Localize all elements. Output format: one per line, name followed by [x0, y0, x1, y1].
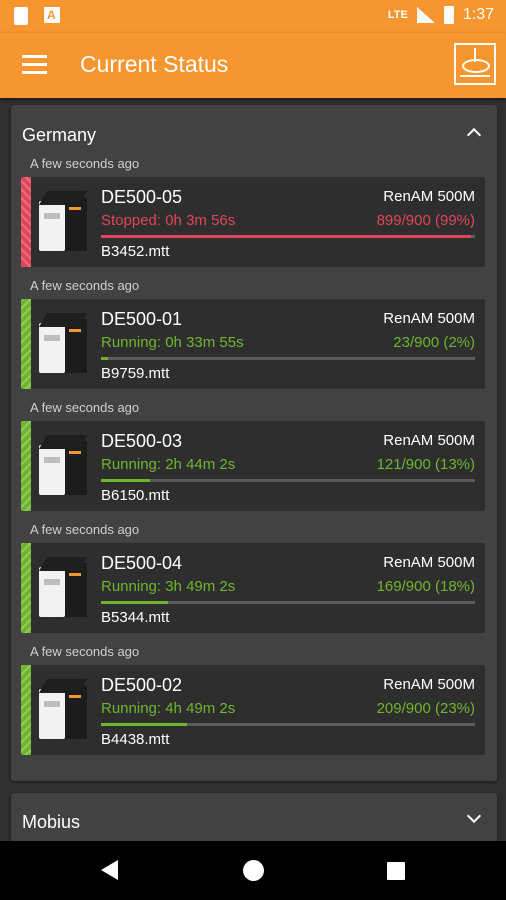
machine-status: Running: 0h 33m 55s [101, 334, 244, 351]
machine-model: RenAM 500M [383, 188, 475, 205]
progress-bar [101, 235, 475, 238]
printer-icon [38, 433, 88, 501]
machine-status: Running: 3h 49m 2s [101, 578, 236, 595]
machine-model: RenAM 500M [383, 676, 475, 693]
build-file-name: B3452.mtt [101, 243, 170, 260]
group-header-germany[interactable]: Germany [11, 105, 497, 161]
build-file-name: B5344.mtt [101, 609, 170, 626]
recent-apps-icon[interactable] [387, 862, 405, 880]
last-updated-label: A few seconds ago [30, 644, 140, 659]
machine-card[interactable]: DE500-03 RenAM 500M Running: 2h 44m 2s 121/… [21, 421, 485, 511]
progress-fill [101, 357, 109, 360]
machine-status: Stopped: 0h 3m 56s [101, 212, 236, 229]
build-file-name: B9759.mtt [101, 365, 170, 382]
app-bar: Current Status [0, 33, 506, 98]
progress-bar [101, 479, 475, 482]
machine-model: RenAM 500M [383, 310, 475, 327]
build-file-name: B4438.mtt [101, 731, 170, 748]
group-mobius: Mobius [11, 793, 497, 841]
menu-icon[interactable] [22, 55, 47, 75]
chevron-down-icon[interactable] [466, 808, 482, 824]
app-notification-icon [44, 7, 60, 23]
clock: 1:37 [462, 6, 494, 23]
printer-icon [38, 189, 88, 257]
machine-card[interactable]: DE500-04 RenAM 500M Running: 3h 49m 2s 169/… [21, 543, 485, 633]
last-updated-label: A few seconds ago [30, 400, 140, 415]
back-icon[interactable] [101, 860, 118, 880]
machine-status: Running: 4h 49m 2s [101, 700, 236, 717]
signal-strength-icon [416, 7, 435, 23]
layer-progress: 899/900 (99%) [376, 212, 475, 229]
machine-name: DE500-01 [101, 309, 183, 329]
machine-name: DE500-03 [101, 431, 183, 451]
group-title: Mobius [22, 812, 81, 832]
printer-icon [38, 311, 88, 379]
progress-fill [101, 235, 472, 238]
last-updated-label: A few seconds ago [30, 156, 140, 171]
machine-status: Running: 2h 44m 2s [101, 456, 236, 473]
machine-card[interactable]: DE500-05 RenAM 500M Stopped: 0h 3m 56s 899/… [21, 177, 485, 267]
last-updated-label: A few seconds ago [30, 278, 140, 293]
group-header-mobius[interactable]: Mobius [11, 793, 497, 841]
machine-model: RenAM 500M [383, 432, 475, 449]
machine-model: RenAM 500M [383, 554, 475, 571]
layer-progress: 209/900 (23%) [376, 700, 475, 717]
last-updated-label: A few seconds ago [30, 522, 140, 537]
progress-bar [101, 723, 475, 726]
status-stripe [21, 665, 31, 755]
progress-fill [101, 601, 169, 604]
group-title: Germany [22, 125, 97, 145]
machine-name: DE500-04 [101, 553, 183, 573]
machine-card[interactable]: DE500-02 RenAM 500M Running: 4h 49m 2s 209/… [21, 665, 485, 755]
home-icon[interactable] [243, 860, 264, 881]
machine-logo-icon[interactable] [454, 43, 496, 85]
printer-icon [38, 555, 88, 623]
status-stripe [21, 177, 31, 267]
layer-progress: 23/900 (2%) [393, 334, 475, 351]
group-germany: Germany A few seconds ago DE500-05 RenAM 5… [11, 105, 497, 781]
status-stripe [21, 299, 31, 389]
status-stripe [21, 543, 31, 633]
battery-icon [443, 6, 454, 24]
machine-card[interactable]: DE500-01 RenAM 500M Running: 0h 33m 55s 23/… [21, 299, 485, 389]
build-file-name: B6150.mtt [101, 487, 170, 504]
layer-progress: 169/900 (18%) [376, 578, 475, 595]
progress-fill [101, 723, 188, 726]
layer-progress: 121/900 (13%) [376, 456, 475, 473]
printer-icon [38, 677, 88, 745]
progress-bar [101, 601, 475, 604]
progress-bar [101, 357, 475, 360]
page-title: Current Status [80, 51, 229, 77]
machine-name: DE500-02 [101, 675, 183, 695]
status-list[interactable]: Germany A few seconds ago DE500-05 RenAM 5… [0, 98, 506, 841]
network-type-label: LTE [387, 9, 408, 21]
chevron-up-icon[interactable] [466, 127, 482, 143]
machine-name: DE500-05 [101, 187, 183, 207]
progress-fill [101, 479, 150, 482]
status-bar: LTE 1:37 [0, 0, 506, 33]
sd-card-icon [14, 7, 28, 25]
status-stripe [21, 421, 31, 511]
navigation-bar [0, 841, 506, 900]
